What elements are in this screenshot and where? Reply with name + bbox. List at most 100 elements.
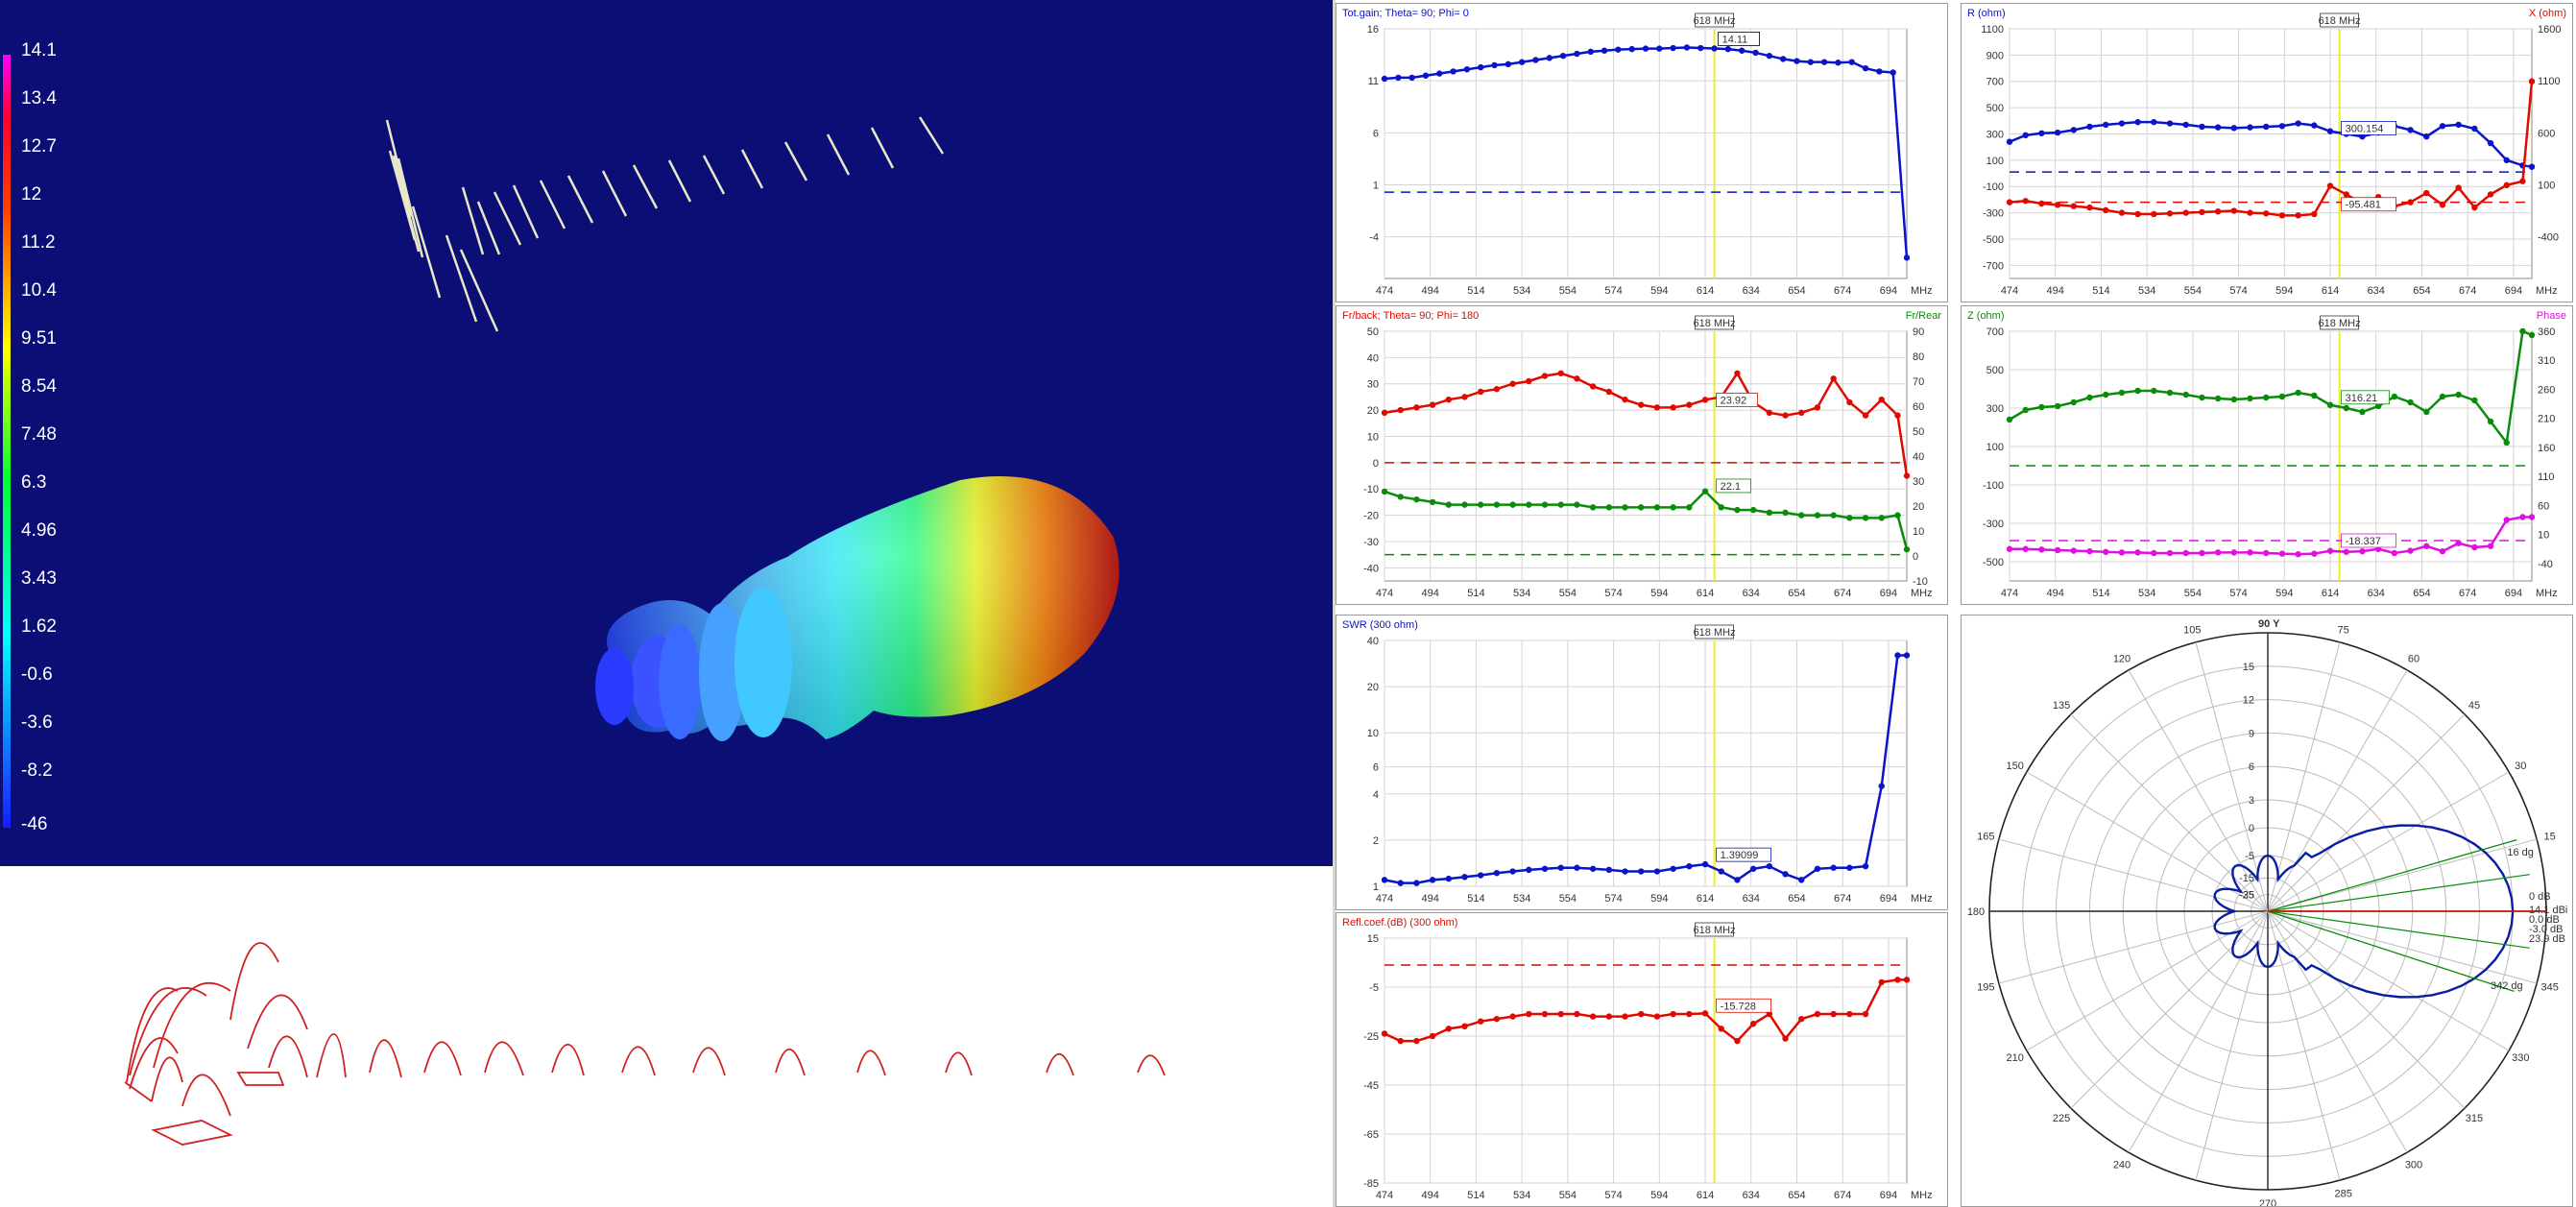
- phase-series-point: [2455, 540, 2462, 546]
- z-series-point: [2503, 439, 2510, 447]
- frback-series-point: [1862, 412, 1869, 419]
- 3d-pattern-viewport[interactable]: 14.1 13.4 12.7 12 11.2 10.4 9.51 8.54 7.…: [0, 0, 1333, 866]
- x-series-point: [2278, 212, 2286, 219]
- frback-chart: 474 494 514 534 554 574 594 614 634 654 674 694 MHz 6…: [1363, 315, 1933, 599]
- polar-radial-label: 15: [2243, 662, 2254, 673]
- x-tick-label: 534: [2138, 588, 2155, 599]
- refl-series-point: [1862, 1010, 1869, 1018]
- refl-series-point: [1782, 1035, 1789, 1042]
- refl-panel: Refl.coef.(dB) (300 ohm) 474 494 514 534 554…: [1336, 912, 1948, 1207]
- x-unit-label: MHz: [2536, 285, 2558, 297]
- polar-spoke: [2128, 910, 2269, 1153]
- frrear-series-point: [1638, 504, 1645, 511]
- r-series-point: [2487, 139, 2494, 147]
- polar-radial-label: -5: [2245, 851, 2254, 862]
- x-readout: -95.481: [2346, 200, 2381, 211]
- z-series-point: [2455, 391, 2462, 398]
- y-tick-label: 2: [1373, 835, 1379, 847]
- z-series-point: [2278, 393, 2286, 400]
- y-tick-label: 50: [1367, 326, 1379, 338]
- refl-series-point: [1541, 1010, 1549, 1018]
- frback-series-point: [1478, 388, 1484, 396]
- x-series-point: [2134, 210, 2141, 218]
- frrear-series-point: [1846, 515, 1853, 521]
- refl-series-point: [1734, 1037, 1741, 1045]
- phase-series-point: [2118, 549, 2126, 556]
- x-tick-label: 614: [1697, 1190, 1714, 1201]
- y-tick-label: -65: [1363, 1129, 1379, 1141]
- swr-series-point: [1589, 865, 1597, 872]
- z-series-point: [2070, 398, 2078, 406]
- gain-series-point: [1574, 50, 1580, 58]
- z-readout: 316.21: [2346, 393, 2378, 404]
- y-tick-label: 900: [1986, 50, 2004, 61]
- x-series-point: [2326, 182, 2334, 189]
- y-tick-label-right: 260: [2538, 384, 2555, 396]
- refl-series-point: [1686, 1010, 1693, 1018]
- z-series-point: [2006, 416, 2013, 423]
- frback-series-point: [1878, 396, 1885, 403]
- y-tick-label: 0: [1373, 458, 1379, 470]
- r-series-point: [2182, 121, 2189, 129]
- frrear-series-point: [1557, 501, 1564, 508]
- polar-angle-label: 345: [2540, 982, 2558, 994]
- z-series-point: [2054, 402, 2061, 410]
- x-series-point: [2214, 208, 2222, 215]
- frrear-series-point: [1862, 515, 1869, 521]
- phase-series-point: [2103, 548, 2109, 555]
- y-tick-label: 10: [1367, 728, 1379, 739]
- polar-angle-label: 285: [2335, 1189, 2352, 1200]
- y-tick-label-right: 60: [2538, 500, 2549, 512]
- y-tick-label: 6: [1373, 128, 1379, 139]
- x-tick-label: 654: [1788, 588, 1805, 599]
- 3d-scene: [3, 55, 1119, 828]
- phase-series-point: [2134, 549, 2141, 556]
- polar-angle-label: 150: [2007, 760, 2024, 772]
- y-tick-label: 300: [1986, 129, 2004, 140]
- swr-series-point: [1429, 877, 1436, 883]
- swr-series-point: [1397, 880, 1404, 886]
- frback-series-point: [1461, 394, 1468, 400]
- wire-current-view[interactable]: [0, 866, 1333, 1207]
- refl-series-point: [1798, 1015, 1805, 1023]
- swr-series-point: [1814, 865, 1821, 872]
- y-tick-label: 30: [1367, 379, 1379, 391]
- z-series-point: [2199, 394, 2205, 401]
- frback-series-point: [1766, 409, 1773, 417]
- plot-frame: [1384, 330, 1908, 582]
- frrear-series-point: [1686, 504, 1693, 511]
- x-tick-label: 534: [1513, 893, 1530, 905]
- gain-readout: 14.11: [1722, 34, 1748, 45]
- phase-series-point: [2423, 543, 2430, 549]
- x-series-point: [2070, 203, 2078, 209]
- polar-angle-label: 330: [2512, 1052, 2529, 1064]
- colorbar-label: 11.2: [21, 232, 56, 253]
- colorbar-label: 6.3: [21, 472, 47, 493]
- refl-series-point: [1814, 1010, 1821, 1018]
- x-series-point: [2151, 210, 2157, 218]
- polar-radial-label: 3: [2249, 795, 2254, 807]
- gain-series-point: [1697, 44, 1704, 52]
- polar-angle-label: 45: [2468, 700, 2480, 712]
- frrear-series-point: [1782, 509, 1789, 517]
- z-series-point: [2134, 387, 2141, 395]
- y-tick-label-right: 70: [1913, 376, 1924, 388]
- y-tick-label: 15: [1367, 933, 1379, 945]
- swr-series-point: [1557, 864, 1564, 871]
- r-series-point: [2118, 120, 2126, 127]
- r-series-point: [2022, 132, 2029, 139]
- polar-spoke: [2267, 910, 2538, 984]
- colorbar-label: 12: [21, 184, 42, 205]
- gain-series-point: [1848, 59, 1855, 65]
- frrear-series-point: [1478, 501, 1484, 508]
- frback-panel: Fr/back; Theta= 90; Phi= 180 Fr/Rear 474…: [1336, 305, 1948, 605]
- frback-series-point: [1670, 404, 1676, 411]
- y-tick-label-right: 10: [2538, 530, 2549, 542]
- frrear-series-point: [1429, 498, 1436, 506]
- frback-series-point: [1814, 404, 1821, 411]
- z-series-point: [2214, 395, 2222, 402]
- r-series-point: [2103, 121, 2109, 129]
- refl-series-point: [1397, 1037, 1404, 1045]
- r-series-point: [2247, 124, 2253, 131]
- x-series-point: [2503, 181, 2510, 189]
